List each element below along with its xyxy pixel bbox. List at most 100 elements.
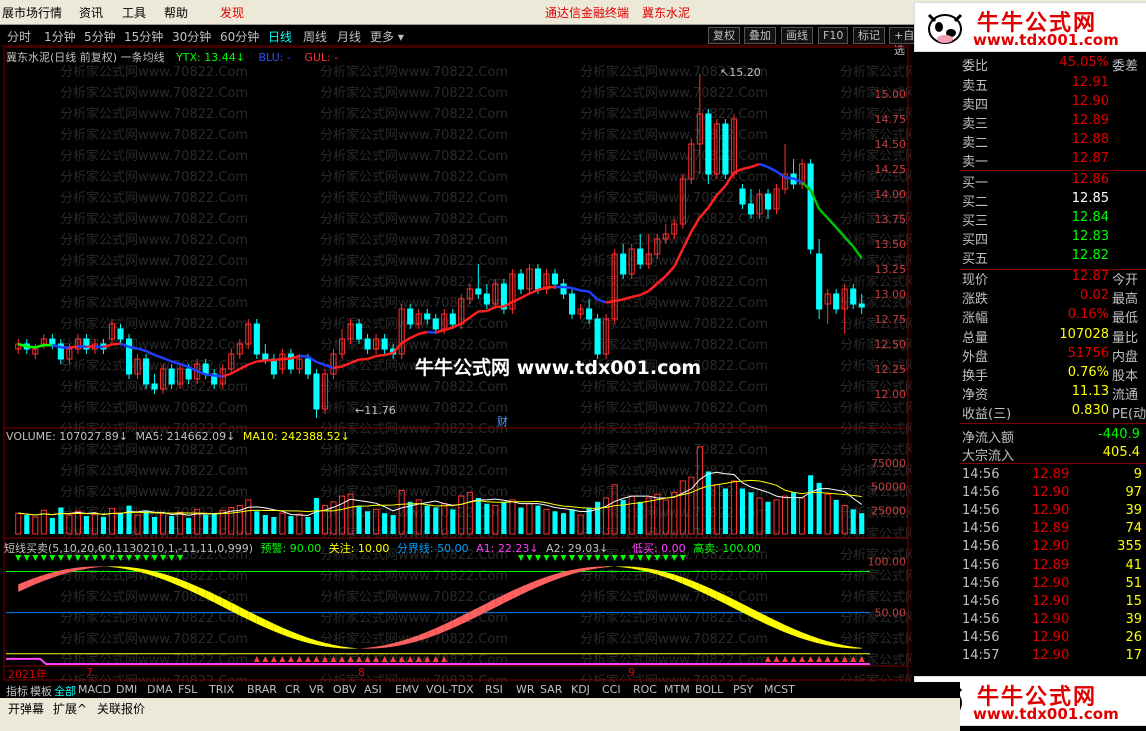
tab-13[interactable]: EMV (395, 683, 419, 696)
site-watermark: 牛牛公式网 www.tdx001.com (415, 357, 702, 379)
tab-1[interactable]: 模板 (30, 683, 52, 699)
period-1min[interactable]: 1分钟 (44, 28, 76, 45)
volume-bar (100, 516, 107, 534)
finance-marker[interactable]: 财 (497, 413, 508, 429)
draw-line-button[interactable]: 画线 (781, 27, 813, 44)
overlay-button[interactable]: 叠加 (744, 27, 776, 44)
stat-right-label: 内盘 (1112, 349, 1139, 365)
tab-17[interactable]: SAR (540, 683, 562, 696)
fuquan-button[interactable]: 复权 (708, 27, 740, 44)
ma-segment (742, 165, 752, 171)
oscillator-ribbon (26, 577, 36, 588)
buy-level-price: 12.84 (1071, 210, 1109, 225)
period-60min[interactable]: 60分钟 (220, 28, 259, 45)
period-15min[interactable]: 15分钟 (124, 28, 163, 45)
buy-level-row[interactable]: 买三 12.84 (962, 210, 1144, 229)
tab-16[interactable]: WR (516, 683, 535, 696)
tab-14[interactable]: VOL-TDX (426, 683, 474, 696)
volume-tick-label: 50000 (871, 481, 906, 494)
stat-row: 现价 12.87 今开 (962, 269, 1144, 288)
tab-10[interactable]: VR (309, 683, 324, 696)
period-more[interactable]: 更多 ▾ (370, 28, 404, 45)
menu-news[interactable]: 资讯 (79, 4, 103, 21)
tab-2[interactable]: 全部 (54, 683, 76, 699)
tab-20[interactable]: ROC (633, 683, 657, 696)
tab-19[interactable]: CCI (602, 683, 621, 696)
ma-segment (214, 374, 223, 378)
ma-segment (128, 345, 138, 350)
tab-8[interactable]: BRAR (247, 683, 277, 696)
volume-bar (211, 513, 217, 534)
watermark-text: 分析家公式网www.70822.Com (60, 232, 248, 248)
period-weekly[interactable]: 周线 (303, 28, 327, 45)
sell-level-row[interactable]: 卖三 12.89 (962, 113, 1144, 132)
expand-button[interactable]: 扩展^ (53, 700, 87, 717)
volume-tick-label: 25000 (871, 504, 906, 517)
period-monthly[interactable]: 月线 (337, 28, 361, 45)
tab-12[interactable]: ASI (364, 683, 382, 696)
buy-signal-arrow (262, 656, 269, 662)
sell-level-row[interactable]: 卖二 12.88 (962, 132, 1144, 151)
buy-level-row[interactable]: 买一 12.86 (962, 172, 1144, 191)
indicator-gz: 关注: 10.00 (328, 542, 390, 555)
tab-18[interactable]: KDJ (571, 683, 590, 696)
mark-button[interactable]: 标记 (853, 27, 885, 44)
tick-price: 12.89 (1032, 521, 1070, 537)
volume-bar (748, 492, 754, 534)
tick-volume: 355 (1117, 539, 1142, 555)
watermark-text: 分析家公式网www.70822.Com (60, 295, 248, 311)
tab-0[interactable]: 指标 (6, 683, 28, 699)
volume-bar (203, 515, 209, 534)
watermark-text: 分析家公式网www.70822.Com (320, 589, 508, 605)
candle-body (475, 288, 482, 295)
volume-bar (509, 499, 516, 535)
stat-label: 涨幅 (962, 311, 989, 327)
f10-button[interactable]: F10 (818, 27, 849, 44)
sell-level-row[interactable]: 卖五 12.91 (962, 75, 1144, 94)
tab-5[interactable]: DMA (147, 683, 173, 696)
tab-24[interactable]: MCST (764, 683, 795, 696)
tab-22[interactable]: BOLL (695, 683, 723, 696)
tick-row: 14:57 12.90 17 (962, 648, 1144, 666)
tab-7[interactable]: TRIX (209, 683, 234, 696)
tab-9[interactable]: CR (285, 683, 300, 696)
menu-help[interactable]: 帮助 (164, 4, 188, 21)
watermark-text: 分析家公式网www.70822.Com (840, 589, 912, 605)
menu-tools[interactable]: 工具 (122, 4, 146, 21)
linked-quote-button[interactable]: 关联报价 (97, 700, 145, 717)
period-tick[interactable]: 分时 (7, 28, 31, 45)
tick-time: 14:57 (962, 648, 1000, 663)
watermark-text: 分析家公式网www.70822.Com (580, 442, 768, 458)
terminal-title: 通达信金融终端 (545, 6, 630, 20)
menu-discover[interactable]: 发现 (220, 4, 244, 21)
period-daily[interactable]: 日线 (268, 28, 292, 45)
ma-segment (375, 353, 385, 358)
buy-level-row[interactable]: 买四 12.83 (962, 229, 1144, 248)
price-tick-label: 12.50 (875, 338, 907, 351)
volume-bar (356, 505, 362, 534)
watermark-text: 分析家公式网www.70822.Com (60, 85, 248, 101)
tick-volume: 51 (1125, 575, 1142, 591)
tick-price: 12.90 (1032, 575, 1070, 591)
buy-level-row[interactable]: 买二 12.85 (962, 191, 1144, 210)
period-5min[interactable]: 5分钟 (84, 28, 116, 45)
tab-11[interactable]: OBV (333, 683, 356, 696)
menu-market[interactable]: 展市场行情 (2, 4, 62, 21)
sell-level-row[interactable]: 卖四 12.90 (962, 94, 1144, 113)
tick-price: 12.90 (1032, 611, 1070, 627)
oscillator-ribbon (614, 566, 624, 568)
sell-level-row[interactable]: 卖一 12.87 (962, 151, 1144, 170)
tab-15[interactable]: RSI (485, 683, 503, 696)
tab-21[interactable]: MTM (664, 683, 690, 696)
tab-3[interactable]: MACD (78, 683, 111, 696)
candle-body (850, 288, 857, 305)
period-30min[interactable]: 30分钟 (172, 28, 211, 45)
oscillator-ribbon (18, 580, 27, 592)
stat-value: 11.13 (1071, 384, 1109, 400)
ma-segment (750, 162, 760, 169)
buy-level-row[interactable]: 买五 12.82 (962, 248, 1144, 267)
danmu-button[interactable]: 开弹幕 (8, 700, 44, 717)
tab-23[interactable]: PSY (733, 683, 753, 696)
tab-6[interactable]: FSL (178, 683, 197, 696)
tab-4[interactable]: DMI (116, 683, 137, 696)
